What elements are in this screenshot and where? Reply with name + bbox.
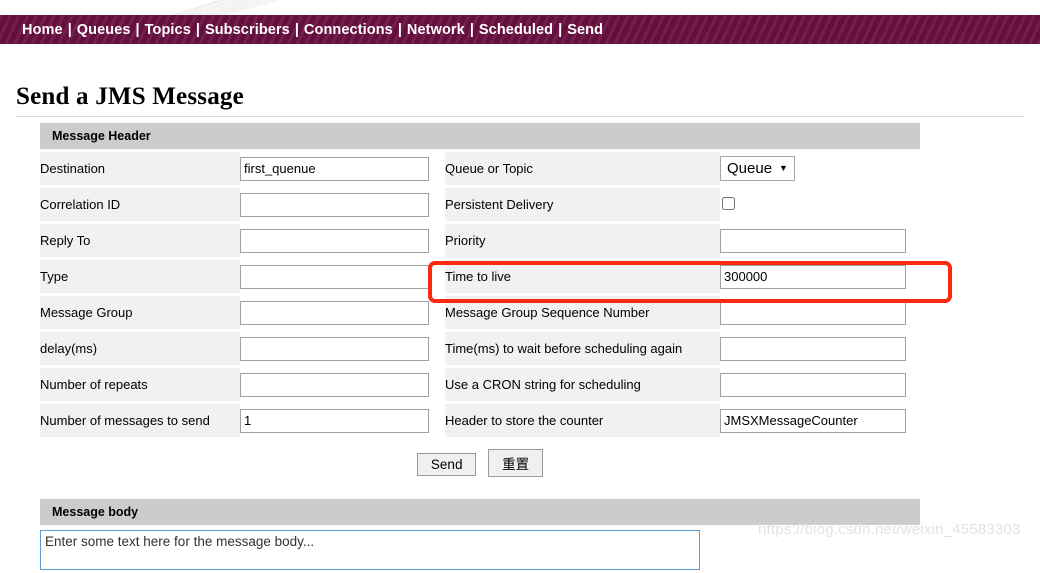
send-button[interactable]: Send xyxy=(416,453,477,476)
label-destination: Destination xyxy=(40,152,240,185)
message-group-input[interactable] xyxy=(240,300,429,325)
table-row: Type Time to live xyxy=(40,260,920,293)
time-to-live-input[interactable] xyxy=(720,264,906,289)
nav-link-home[interactable]: Home xyxy=(22,22,63,38)
form-button-row: Send 重置 xyxy=(40,449,920,477)
main-navigation-bar: Home | Queues | Topics | Subscribers | C… xyxy=(0,15,1040,44)
message-header-table: Destination Queue or Topic Queue ▼ Corre… xyxy=(40,149,920,440)
table-row: Destination Queue or Topic Queue ▼ xyxy=(40,152,920,185)
nav-link-send[interactable]: Send xyxy=(567,22,603,38)
label-number-of-repeats: Number of repeats xyxy=(40,368,240,401)
label-number-of-messages-to-send: Number of messages to send xyxy=(40,404,240,437)
message-group-sequence-number-input[interactable] xyxy=(720,300,906,325)
field-cell-destination xyxy=(240,152,445,185)
field-cell-time-to-live xyxy=(720,260,920,293)
nav-link-connections[interactable]: Connections xyxy=(304,22,393,38)
message-body-textarea[interactable] xyxy=(40,530,700,570)
nav-separator: | xyxy=(397,21,402,38)
nav-separator: | xyxy=(469,21,474,38)
nav-link-queues[interactable]: Queues xyxy=(77,22,131,38)
nav-link-network[interactable]: Network xyxy=(407,22,465,38)
field-cell-message-group-sequence-number xyxy=(720,296,920,329)
message-header-form: Message Header Destination Queue or Topi… xyxy=(40,123,920,477)
chevron-down-icon: ▼ xyxy=(779,163,788,173)
table-row: Message Group Message Group Sequence Num… xyxy=(40,296,920,329)
nav-separator: | xyxy=(558,21,563,38)
label-correlation-id: Correlation ID xyxy=(40,188,240,221)
table-row: Reply To Priority xyxy=(40,224,920,257)
label-priority: Priority xyxy=(445,224,720,257)
nav-link-list: Home | Queues | Topics | Subscribers | C… xyxy=(22,22,603,38)
label-time-to-wait-before-scheduling-again: Time(ms) to wait before scheduling again xyxy=(445,332,720,365)
cron-string-input[interactable] xyxy=(720,372,906,397)
reply-to-input[interactable] xyxy=(240,228,429,253)
persistent-delivery-checkbox[interactable] xyxy=(722,196,735,210)
field-cell-number-of-repeats xyxy=(240,368,445,401)
nav-link-subscribers[interactable]: Subscribers xyxy=(205,22,290,38)
reset-button[interactable]: 重置 xyxy=(488,449,544,477)
nav-separator: | xyxy=(195,21,200,38)
field-cell-message-group xyxy=(240,296,445,329)
field-cell-delay-ms xyxy=(240,332,445,365)
delay-ms-input[interactable] xyxy=(240,336,429,361)
nav-separator: | xyxy=(67,21,72,38)
correlation-id-input[interactable] xyxy=(240,192,429,217)
label-reply-to: Reply To xyxy=(40,224,240,257)
page-title: Send a JMS Message xyxy=(16,83,244,110)
label-time-to-live: Time to live xyxy=(445,260,720,293)
field-cell-type xyxy=(240,260,445,293)
field-cell-queue-or-topic: Queue ▼ xyxy=(720,152,920,185)
apache-feather-logo-icon xyxy=(118,0,411,15)
field-cell-time-to-wait-before-scheduling-again xyxy=(720,332,920,365)
number-of-messages-to-send-input[interactable] xyxy=(240,408,429,433)
label-persistent-delivery: Persistent Delivery xyxy=(445,188,720,221)
nav-separator: | xyxy=(135,21,140,38)
table-row: Correlation ID Persistent Delivery xyxy=(40,188,920,221)
type-input[interactable] xyxy=(240,264,429,289)
nav-separator: | xyxy=(294,21,299,38)
field-cell-persistent-delivery xyxy=(720,188,920,221)
time-to-wait-input[interactable] xyxy=(720,336,906,361)
label-header-to-store-counter: Header to store the counter xyxy=(445,404,720,437)
label-message-group-sequence-number: Message Group Sequence Number xyxy=(445,296,720,329)
field-cell-cron-string xyxy=(720,368,920,401)
label-delay-ms: delay(ms) xyxy=(40,332,240,365)
field-cell-reply-to xyxy=(240,224,445,257)
field-cell-header-to-store-counter xyxy=(720,404,920,437)
nav-link-scheduled[interactable]: Scheduled xyxy=(479,22,553,38)
queue-or-topic-select[interactable]: Queue ▼ xyxy=(720,156,795,181)
field-cell-correlation-id xyxy=(240,188,445,221)
queue-or-topic-selected-value: Queue xyxy=(727,160,773,177)
header-to-store-counter-input[interactable] xyxy=(720,408,906,433)
label-type: Type xyxy=(40,260,240,293)
field-cell-priority xyxy=(720,224,920,257)
message-header-section-title: Message Header xyxy=(40,123,920,149)
top-banner xyxy=(0,0,1040,15)
label-queue-or-topic: Queue or Topic xyxy=(445,152,720,185)
table-row: Number of repeats Use a CRON string for … xyxy=(40,368,920,401)
field-cell-number-of-messages-to-send xyxy=(240,404,445,437)
csdn-watermark: https://blog.csdn.net/weixin_45583303 xyxy=(758,521,1021,538)
label-message-group: Message Group xyxy=(40,296,240,329)
destination-input[interactable] xyxy=(240,156,429,181)
number-of-repeats-input[interactable] xyxy=(240,372,429,397)
nav-link-topics[interactable]: Topics xyxy=(145,22,191,38)
label-cron-string: Use a CRON string for scheduling xyxy=(445,368,720,401)
table-row: Number of messages to send Header to sto… xyxy=(40,404,920,437)
table-row: delay(ms) Time(ms) to wait before schedu… xyxy=(40,332,920,365)
title-divider xyxy=(16,116,1024,117)
priority-input[interactable] xyxy=(720,228,906,253)
